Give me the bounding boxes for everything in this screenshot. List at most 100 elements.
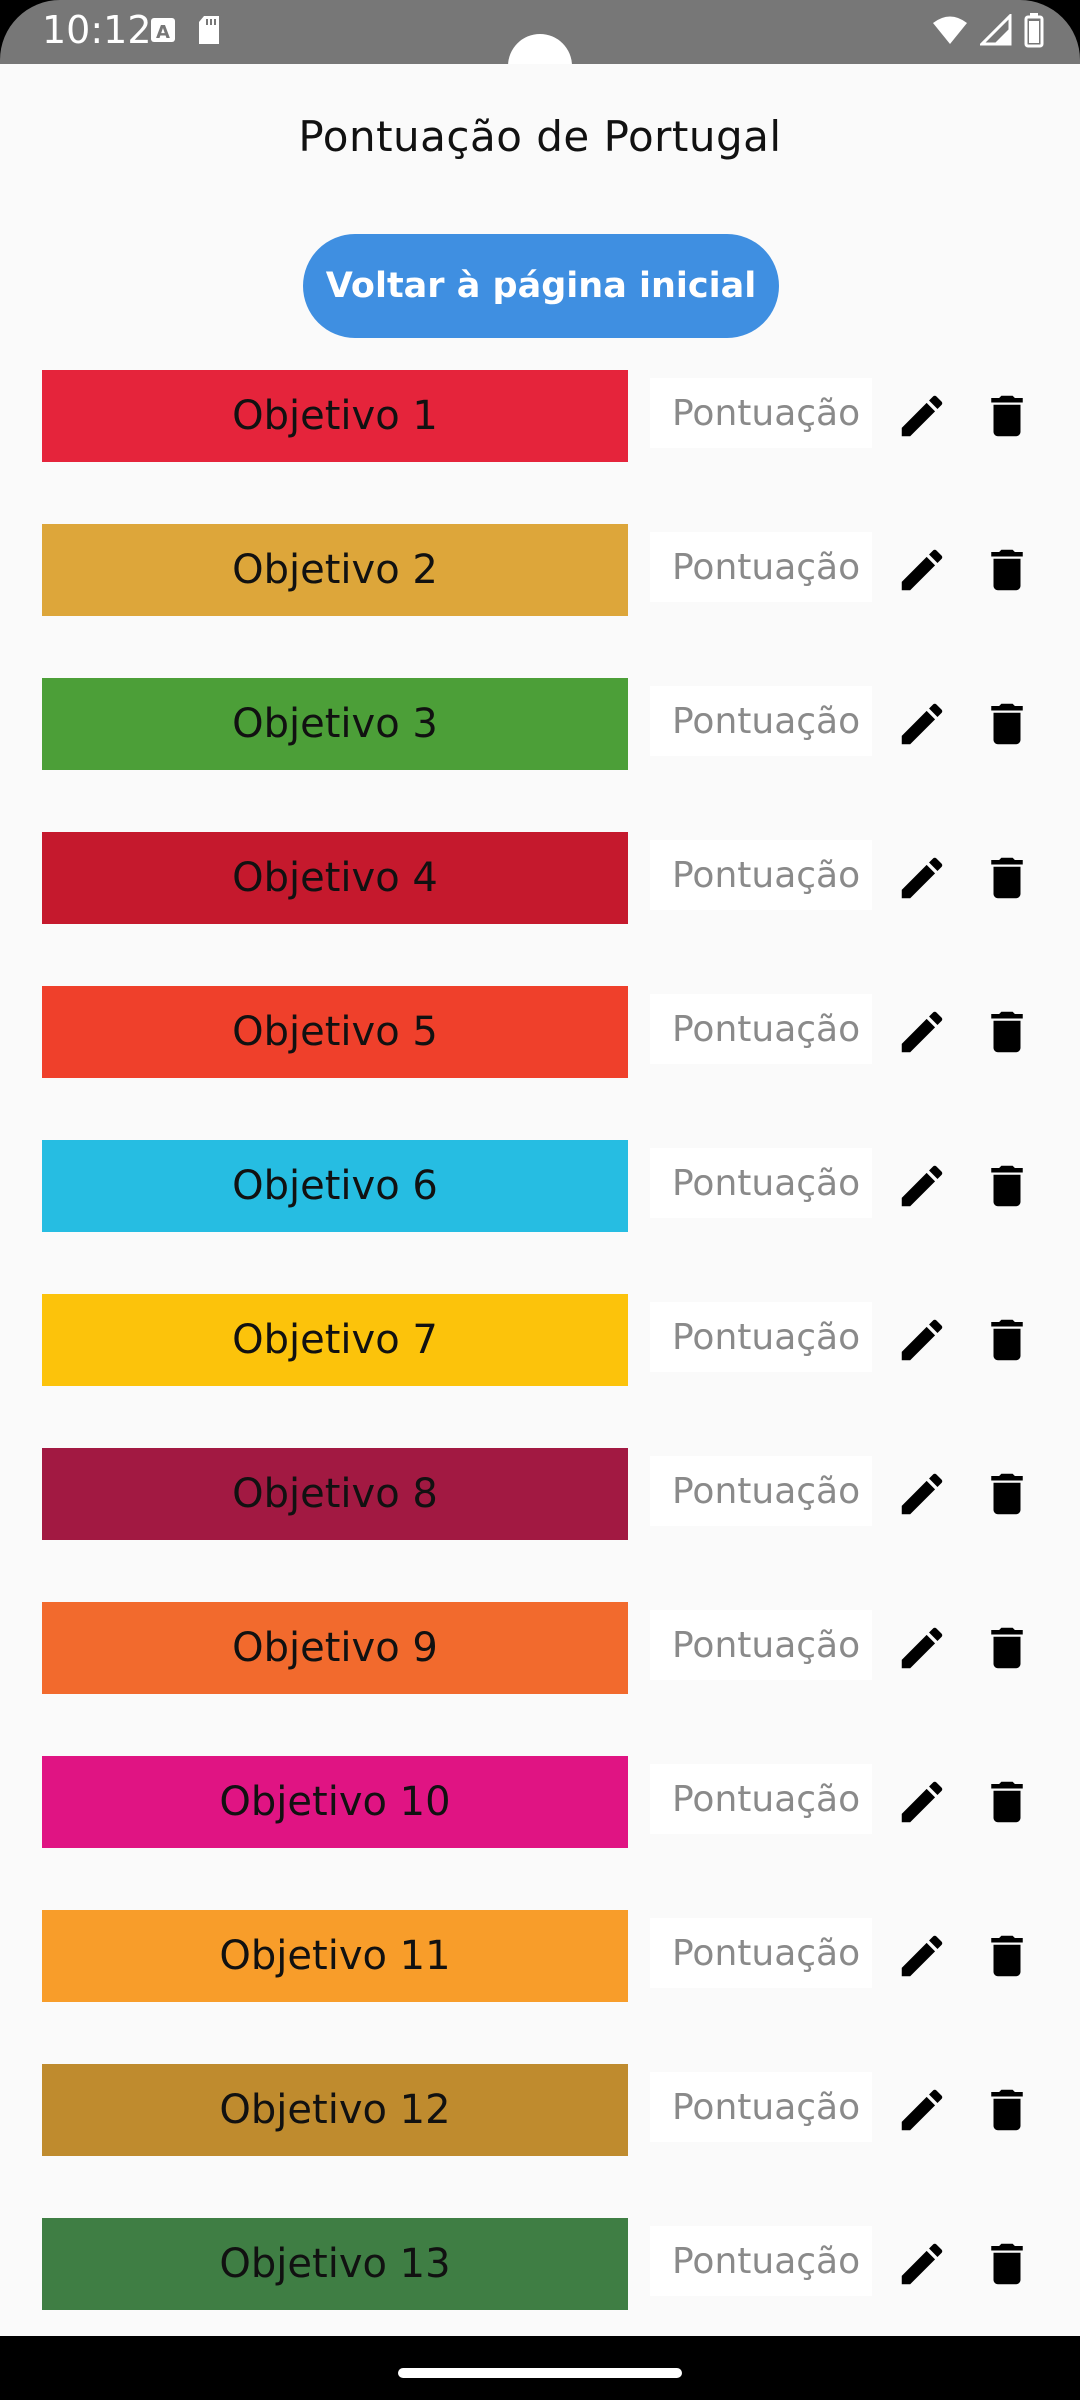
pencil-icon [901, 1473, 943, 1515]
edit-button[interactable] [892, 1002, 952, 1062]
objective-label: Objetivo 9 [42, 1602, 628, 1694]
objective-label: Objetivo 2 [42, 524, 628, 616]
score-input[interactable] [650, 1148, 872, 1218]
objective-label: Objetivo 3 [42, 678, 628, 770]
delete-button[interactable] [977, 1772, 1037, 1832]
status-left-icons: A [150, 14, 222, 46]
delete-button[interactable] [977, 386, 1037, 446]
delete-button[interactable] [977, 1310, 1037, 1370]
delete-button[interactable] [977, 1156, 1037, 1216]
pencil-icon [901, 857, 943, 899]
objective-label: Objetivo 12 [42, 2064, 628, 2156]
delete-button[interactable] [977, 848, 1037, 908]
score-input[interactable] [650, 994, 872, 1064]
edit-button[interactable] [892, 848, 952, 908]
objective-label: Objetivo 5 [42, 986, 628, 1078]
objective-row: Objetivo 3 [0, 678, 1080, 770]
edit-button[interactable] [892, 2234, 952, 2294]
status-time: 10:12 [42, 8, 152, 52]
objective-row: Objetivo 11 [0, 1910, 1080, 2002]
trash-icon [991, 395, 1023, 437]
score-input[interactable] [650, 686, 872, 756]
battery-icon [1024, 13, 1044, 48]
objective-row: Objetivo 10 [0, 1756, 1080, 1848]
delete-button[interactable] [977, 1926, 1037, 1986]
delete-button[interactable] [977, 1002, 1037, 1062]
score-input[interactable] [650, 2072, 872, 2142]
score-input[interactable] [650, 1302, 872, 1372]
objective-label: Objetivo 8 [42, 1448, 628, 1540]
objective-row: Objetivo 13 [0, 2218, 1080, 2310]
objective-row: Objetivo 5 [0, 986, 1080, 1078]
app-content: Pontuação de Portugal Voltar à página in… [0, 64, 1080, 2336]
home-gesture-handle[interactable] [398, 2368, 682, 2378]
score-input[interactable] [650, 378, 872, 448]
objective-row: Objetivo 4 [0, 832, 1080, 924]
objective-label: Objetivo 10 [42, 1756, 628, 1848]
pencil-icon [901, 1165, 943, 1207]
delete-button[interactable] [977, 2234, 1037, 2294]
edit-button[interactable] [892, 1310, 952, 1370]
trash-icon [991, 1627, 1023, 1669]
objective-label: Objetivo 11 [42, 1910, 628, 2002]
pencil-icon [901, 1011, 943, 1053]
trash-icon [991, 549, 1023, 591]
objective-label: Objetivo 7 [42, 1294, 628, 1386]
navigation-bar [0, 2336, 1080, 2400]
objective-row: Objetivo 6 [0, 1140, 1080, 1232]
score-input[interactable] [650, 840, 872, 910]
pencil-icon [901, 703, 943, 745]
trash-icon [991, 1935, 1023, 1977]
edit-button[interactable] [892, 540, 952, 600]
edit-button[interactable] [892, 694, 952, 754]
pencil-icon [901, 2089, 943, 2131]
edit-button[interactable] [892, 2080, 952, 2140]
objective-row: Objetivo 12 [0, 2064, 1080, 2156]
wifi-icon [933, 16, 967, 44]
objective-row: Objetivo 2 [0, 524, 1080, 616]
trash-icon [991, 1781, 1023, 1823]
pencil-icon [901, 1781, 943, 1823]
edit-button[interactable] [892, 1464, 952, 1524]
score-input[interactable] [650, 1918, 872, 1988]
score-input[interactable] [650, 1764, 872, 1834]
a-notification-icon: A [151, 18, 175, 43]
svg-text:A: A [156, 22, 170, 43]
status-bar: 10:12 A [0, 0, 1080, 98]
trash-icon [991, 1011, 1023, 1053]
edit-button[interactable] [892, 1926, 952, 1986]
status-right-icons [932, 12, 1044, 48]
trash-icon [991, 2089, 1023, 2131]
score-input[interactable] [650, 532, 872, 602]
trash-icon [991, 703, 1023, 745]
delete-button[interactable] [977, 1464, 1037, 1524]
objective-row: Objetivo 9 [0, 1602, 1080, 1694]
sd-card-icon [199, 16, 219, 44]
delete-button[interactable] [977, 2080, 1037, 2140]
edit-button[interactable] [892, 1772, 952, 1832]
edit-button[interactable] [892, 1156, 952, 1216]
pencil-icon [901, 1319, 943, 1361]
delete-button[interactable] [977, 694, 1037, 754]
edit-button[interactable] [892, 1618, 952, 1678]
phone-screen: 10:12 A Pontuação de Portugal Voltar à p… [0, 0, 1080, 2400]
pencil-icon [901, 1935, 943, 1977]
delete-button[interactable] [977, 1618, 1037, 1678]
score-input[interactable] [650, 2226, 872, 2296]
trash-icon [991, 1319, 1023, 1361]
objective-row: Objetivo 8 [0, 1448, 1080, 1540]
objective-row: Objetivo 1 [0, 370, 1080, 462]
trash-icon [991, 1473, 1023, 1515]
pencil-icon [901, 549, 943, 591]
objective-label: Objetivo 1 [42, 370, 628, 462]
edit-button[interactable] [892, 386, 952, 446]
signal-icon [980, 14, 1012, 46]
score-input[interactable] [650, 1610, 872, 1680]
page-title: Pontuação de Portugal [298, 112, 782, 161]
trash-icon [991, 2243, 1023, 2285]
back-to-home-button[interactable]: Voltar à página inicial [303, 234, 779, 338]
trash-icon [991, 1165, 1023, 1207]
objective-label: Objetivo 13 [42, 2218, 628, 2310]
delete-button[interactable] [977, 540, 1037, 600]
score-input[interactable] [650, 1456, 872, 1526]
